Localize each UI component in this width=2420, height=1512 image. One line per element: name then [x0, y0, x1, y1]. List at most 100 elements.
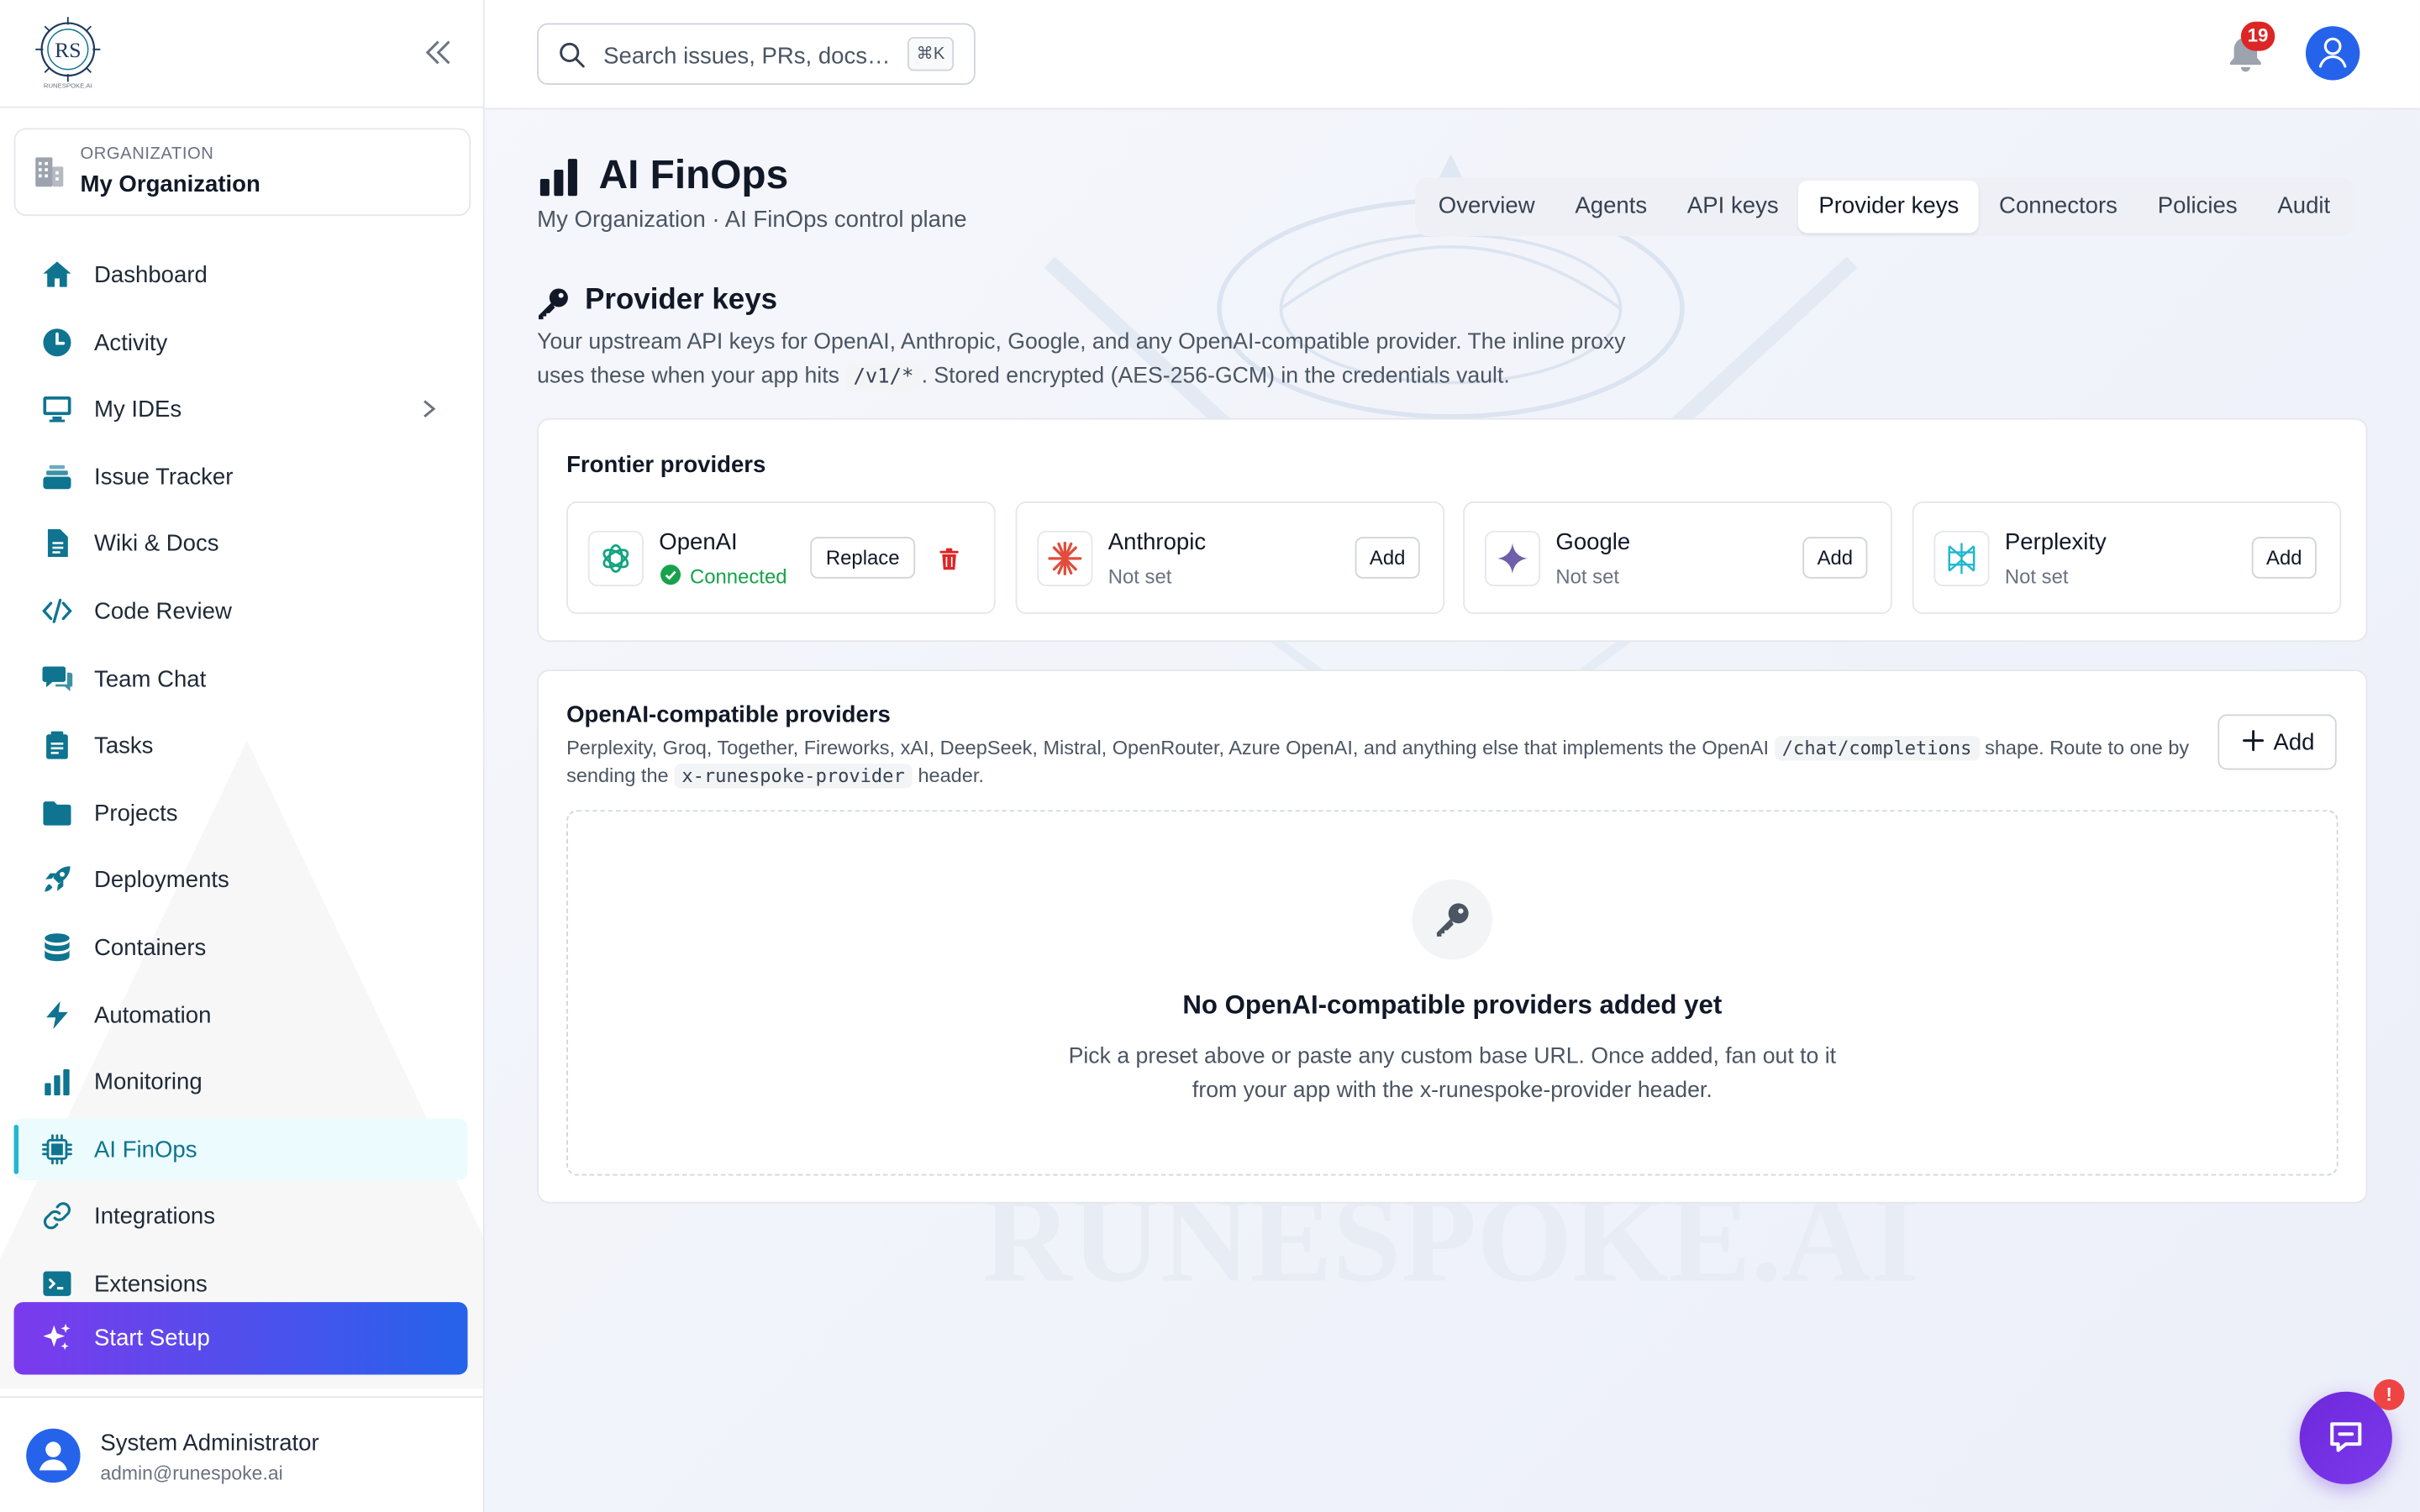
description-text: header.	[918, 764, 984, 787]
runespoke-logo[interactable]: RS RUNESPOKE.AI	[34, 15, 102, 90]
card-description: Perplexity, Groq, Together, Fireworks, x…	[566, 734, 2221, 790]
sparkles-icon	[43, 1323, 71, 1351]
gemini-sparkle-icon	[1497, 543, 1528, 575]
openai-icon	[602, 543, 629, 573]
chat-completions-code: /chat/completions	[1774, 736, 1980, 761]
brand-header: RS RUNESPOKE.AI	[0, 0, 483, 108]
user-profile[interactable]: System Administrator admin@runespoke.ai	[0, 1396, 483, 1512]
perplexity-logo	[1933, 530, 1990, 586]
search-shortcut-hint: ⌘K	[907, 37, 955, 71]
user-name: System Administrator	[100, 1430, 319, 1457]
sidebar-item-team-chat[interactable]: Team Chat	[14, 648, 468, 709]
sidebar-item-deployments[interactable]: Deployments	[14, 849, 468, 911]
link-icon	[43, 1202, 71, 1230]
sidebar-item-tasks[interactable]: Tasks	[14, 715, 468, 776]
provider-name: OpenAI	[659, 528, 738, 556]
trash-icon[interactable]	[939, 548, 960, 571]
page-title-text: AI FinOps	[598, 150, 789, 198]
add-anthropic-button[interactable]: Add	[1355, 537, 1420, 579]
provider-status: Not set	[1555, 564, 1620, 588]
endpoint-code: /v1/*	[845, 364, 922, 391]
tab-provider-keys[interactable]: Provider keys	[1798, 180, 1980, 234]
tab-policies[interactable]: Policies	[2138, 181, 2258, 233]
organization-name: My Organization	[80, 171, 260, 198]
perplexity-icon	[1948, 543, 1975, 575]
terminal-icon	[43, 1271, 71, 1296]
start-setup-label: Start Setup	[94, 1325, 210, 1352]
sidebar-item-label: Containers	[94, 934, 207, 962]
search-icon	[560, 42, 585, 68]
sidebar-item-label: Code Review	[94, 598, 232, 625]
svg-text:RUNESPOKE.AI: RUNESPOKE.AI	[44, 82, 92, 90]
sidebar-item-code-review[interactable]: Code Review	[14, 580, 468, 642]
tab-audit[interactable]: Audit	[2258, 181, 2351, 233]
provider-status: Connected	[690, 564, 787, 588]
sidebar-item-ai-finops[interactable]: AI FinOps	[13, 1118, 468, 1180]
page-subtitle: My Organization · AI FinOps control plan…	[537, 207, 967, 234]
provider-google: Google Not set Add	[1463, 501, 1892, 615]
anthropic-logo	[1037, 530, 1093, 586]
sidebar-nav: Dashboard Activity My IDEs Issue Tracker…	[13, 244, 468, 1320]
sidebar-item-label: Issue Tracker	[94, 464, 234, 491]
sidebar-item-monitoring[interactable]: Monitoring	[14, 1051, 468, 1112]
google-logo	[1484, 530, 1541, 586]
search-box[interactable]: ⌘K	[537, 23, 976, 86]
finops-tabs: Overview Agents API keys Provider keys C…	[1415, 177, 2354, 237]
sidebar-item-label: Deployments	[94, 867, 229, 895]
search-input[interactable]	[600, 37, 900, 75]
user-email: admin@runespoke.ai	[100, 1462, 283, 1484]
tab-overview[interactable]: Overview	[1418, 181, 1555, 233]
sidebar-item-my-ides[interactable]: My IDEs	[14, 378, 468, 439]
sidebar-item-label: Monitoring	[94, 1069, 203, 1096]
home-icon	[43, 261, 71, 287]
bar-chart-icon	[45, 1069, 70, 1096]
sidebar-item-wiki-docs[interactable]: Wiki & Docs	[14, 512, 468, 574]
provider-name: Google	[1555, 528, 1631, 556]
add-perplexity-button[interactable]: Add	[2251, 537, 2317, 579]
tab-api-keys[interactable]: API keys	[1667, 181, 1798, 233]
building-icon	[35, 157, 64, 187]
provider-openai: OpenAI Connected Replace	[566, 501, 996, 615]
sidebar-item-label: Dashboard	[94, 262, 208, 289]
section-title-text: Provider keys	[585, 283, 778, 317]
sidebar-item-projects[interactable]: Projects	[14, 782, 468, 843]
sidebar-item-integrations[interactable]: Integrations	[14, 1185, 468, 1247]
check-circle-icon	[660, 564, 681, 585]
chat-bubble-icon	[2330, 1422, 2362, 1452]
description-text: . Stored encrypted (AES-256-GCM) in the …	[921, 364, 1510, 389]
collapse-sidebar-icon[interactable]	[420, 34, 457, 71]
start-setup-button[interactable]: Start Setup	[13, 1302, 468, 1375]
replace-openai-button[interactable]: Replace	[810, 537, 916, 579]
sidebar-item-label: Team Chat	[94, 665, 207, 692]
sidebar-item-containers[interactable]: Containers	[14, 916, 468, 978]
bolt-icon	[46, 1000, 68, 1029]
organization-switcher[interactable]: ORGANIZATION My Organization	[13, 128, 471, 217]
top-bar: ⌘K 19	[484, 0, 2420, 110]
rocket-icon	[45, 866, 71, 893]
provider-name: Perplexity	[2004, 528, 2107, 556]
organization-label: ORGANIZATION	[80, 144, 214, 164]
openai-compatible-providers-card: OpenAI-compatible providers Perplexity, …	[537, 669, 2368, 1204]
sidebar-item-label: Projects	[94, 800, 178, 827]
provider-perplexity: Perplexity Not set Add	[1912, 501, 2342, 615]
tab-agents[interactable]: Agents	[1555, 181, 1668, 233]
chat-alert-badge: !	[2373, 1379, 2405, 1410]
sidebar-item-label: Extensions	[94, 1271, 208, 1298]
clipboard-icon	[46, 731, 68, 759]
account-avatar-icon[interactable]	[2306, 26, 2360, 81]
anthropic-icon	[1048, 541, 1082, 575]
sidebar-item-issue-tracker[interactable]: Issue Tracker	[14, 445, 468, 507]
add-google-button[interactable]: Add	[1802, 537, 1868, 579]
sidebar-item-dashboard[interactable]: Dashboard	[14, 244, 468, 305]
sidebar-item-label: AI FinOps	[94, 1137, 197, 1163]
tab-connectors[interactable]: Connectors	[1979, 181, 2138, 233]
add-compatible-provider-button[interactable]: Add	[2217, 714, 2337, 770]
provider-name: Anthropic	[1107, 528, 1207, 556]
description-text: Perplexity, Groq, Together, Fireworks, x…	[566, 736, 1770, 759]
add-label: Add	[2273, 729, 2315, 756]
sidebar-item-activity[interactable]: Activity	[14, 311, 468, 372]
chevron-right-icon[interactable]	[418, 396, 440, 421]
provider-status: Not set	[2004, 564, 2069, 588]
sidebar-item-automation[interactable]: Automation	[14, 984, 468, 1045]
section-description: Your upstream API keys for OpenAI, Anthr…	[537, 326, 1648, 396]
